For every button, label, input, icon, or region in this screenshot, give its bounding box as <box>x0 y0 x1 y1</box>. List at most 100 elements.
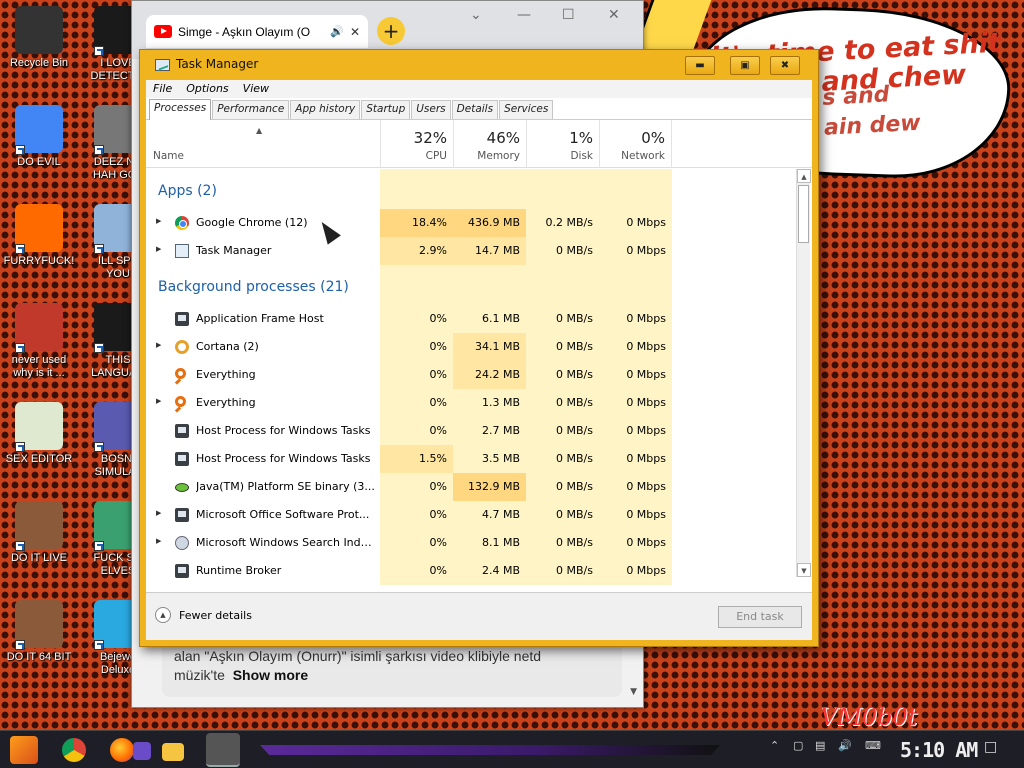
memory-value: 14.7 MB <box>453 237 526 265</box>
process-name: Microsoft Office Software Prot... <box>196 508 370 521</box>
tray-chevron-icon[interactable]: ⌃ <box>770 739 779 752</box>
network-value: 0 Mbps <box>599 445 672 473</box>
menu-view[interactable]: View <box>243 80 269 98</box>
expand-arrow-icon[interactable]: ▶ <box>156 217 161 225</box>
scroll-up-icon[interactable]: ▲ <box>797 169 811 183</box>
group-cell-bg <box>453 265 526 305</box>
watermark-text: VM0b0t <box>820 703 918 731</box>
shortcut-arrow-icon <box>15 244 25 254</box>
close-button[interactable]: ✕ <box>608 7 620 23</box>
process-name: Microsoft Windows Search Inde... <box>196 536 376 549</box>
desktop-icon-left-2[interactable]: FURRYFUCK! <box>1 204 77 268</box>
keyboard-icon[interactable]: ⌨ <box>865 739 881 752</box>
table-row[interactable]: Java(TM) Platform SE binary (3... 0% 132.9… <box>146 473 796 501</box>
taskbar-chrome-icon[interactable] <box>62 738 86 762</box>
desktop-icon-left-0[interactable]: Recycle Bin <box>1 6 77 70</box>
shortcut-arrow-icon <box>15 442 25 452</box>
column-name[interactable]: Name <box>153 150 184 162</box>
network-value: 0 Mbps <box>599 557 672 585</box>
network-icon[interactable]: ▤ <box>815 739 825 752</box>
sort-arrow-icon[interactable]: ▲ <box>256 126 262 135</box>
tray-tablet-icon[interactable]: ▢ <box>793 739 803 752</box>
tab-app-history[interactable]: App history <box>290 100 361 119</box>
group-cell-bg <box>599 169 672 209</box>
expand-arrow-icon[interactable]: ▶ <box>156 509 161 517</box>
taskbar-firefox-icon[interactable] <box>110 738 134 762</box>
task-manager-body: File Options View Processes Performance App … <box>146 80 812 640</box>
browser-tab-youtube[interactable]: Simge - Aşkın Olayım (O 🔊 ✕ <box>146 15 368 48</box>
group-cell-bg <box>380 169 453 209</box>
app-icon <box>175 312 189 326</box>
desktop-icon-label: DO IT LIVE <box>10 552 68 564</box>
tab-performance[interactable]: Performance <box>212 100 290 119</box>
shortcut-arrow-icon <box>15 145 25 155</box>
expand-arrow-icon[interactable]: ▶ <box>156 537 161 545</box>
cpu-value: 0% <box>380 417 453 445</box>
minimize-button[interactable]: — <box>517 7 531 23</box>
close-button[interactable]: ✖ <box>770 56 800 75</box>
table-row[interactable]: ▶ Microsoft Windows Search Inde... 0% 8.1 M… <box>146 529 796 557</box>
maximize-button[interactable]: ☐ <box>562 7 575 23</box>
column-memory[interactable]: 46% Memory <box>453 120 526 168</box>
group-cell-bg <box>526 265 599 305</box>
desktop-icon-left-4[interactable]: SEX EDITOR <box>1 402 77 466</box>
scroll-down-icon[interactable]: ▼ <box>797 563 811 577</box>
table-row[interactable]: ▶ Google Chrome (12) 18.4% 436.9 MB 0.2 MB/s… <box>146 209 796 237</box>
tab-startup[interactable]: Startup <box>361 100 411 119</box>
menu-file[interactable]: File <box>153 80 172 98</box>
cpu-value: 0% <box>380 501 453 529</box>
table-row[interactable]: Runtime Broker 0% 2.4 MB 0 MB/s 0 Mbps <box>146 557 796 585</box>
new-tab-button[interactable]: + <box>377 17 405 45</box>
tab-processes[interactable]: Processes <box>149 99 212 120</box>
taskbar-visual-studio-icon[interactable] <box>133 742 151 760</box>
table-row[interactable]: ▶ Cortana (2) 0% 34.1 MB 0 MB/s 0 Mbps <box>146 333 796 361</box>
tab-details[interactable]: Details <box>451 100 499 119</box>
expand-arrow-icon[interactable]: ▶ <box>156 397 161 405</box>
task-manager-titlebar[interactable]: Task Manager ▬ ▣ ✖ <box>140 50 818 80</box>
audio-playing-icon[interactable]: 🔊 <box>330 25 344 38</box>
desktop-icon-left-5[interactable]: DO IT LIVE <box>1 501 77 565</box>
minimize-button[interactable]: ▬ <box>685 56 715 75</box>
group-header: Background processes (21) <box>146 265 796 305</box>
table-row[interactable]: Application Frame Host 0% 6.1 MB 0 MB/s 0 Mb… <box>146 305 796 333</box>
scroll-thumb[interactable] <box>798 185 809 243</box>
expand-arrow-icon[interactable]: ▶ <box>156 245 161 253</box>
tab-services[interactable]: Services <box>499 100 554 119</box>
video-description: alan "Aşkın Olayım (Onurr)" isimli şarkı… <box>162 641 622 697</box>
table-row[interactable]: ▶ Microsoft Office Software Prot... 0% 4.7 … <box>146 501 796 529</box>
desktop-icon-left-3[interactable]: never used why is it ... <box>1 303 77 380</box>
show-more-link[interactable]: Show more <box>233 667 308 683</box>
task-manager-window[interactable]: Task Manager ▬ ▣ ✖ File Options View Proce… <box>139 49 819 647</box>
column-disk[interactable]: 1% Disk <box>526 120 599 168</box>
network-value: 0 Mbps <box>599 501 672 529</box>
menu-options[interactable]: Options <box>186 80 228 98</box>
cpu-value: 0% <box>380 361 453 389</box>
tab-search-icon[interactable]: ⌄ <box>470 7 482 23</box>
table-row[interactable]: Host Process for Windows Tasks 0% 2.7 MB 0 … <box>146 417 796 445</box>
table-row[interactable]: ▶ Task Manager 2.9% 14.7 MB 0 MB/s 0 Mbps <box>146 237 796 265</box>
vertical-scrollbar[interactable]: ▲ ▼ <box>796 169 811 577</box>
table-row[interactable]: ▶ Everything 0% 1.3 MB 0 MB/s 0 Mbps <box>146 389 796 417</box>
expand-arrow-icon[interactable]: ▶ <box>156 341 161 349</box>
volume-icon[interactable]: 🔊 <box>838 739 852 752</box>
desktop-icon-left-1[interactable]: DO EVIL <box>1 105 77 169</box>
disk-value: 0 MB/s <box>526 305 599 333</box>
table-row[interactable]: Everything 0% 24.2 MB 0 MB/s 0 Mbps <box>146 361 796 389</box>
taskbar-clock[interactable]: 5:10 AM <box>900 738 978 762</box>
start-button[interactable] <box>10 736 38 764</box>
tab-close-icon[interactable]: ✕ <box>350 25 360 39</box>
action-center-icon[interactable]: □ <box>984 739 997 755</box>
fewer-details-button[interactable]: ▲ Fewer details <box>155 607 252 623</box>
column-network[interactable]: 0% Network <box>599 120 672 168</box>
scroll-down-arrow-icon[interactable]: ▼ <box>630 687 637 697</box>
chevron-up-icon: ▲ <box>155 607 171 623</box>
maximize-button[interactable]: ▣ <box>730 56 760 75</box>
table-row[interactable]: Host Process for Windows Tasks 1.5% 3.5 MB… <box>146 445 796 473</box>
end-task-button[interactable]: End task <box>718 606 802 628</box>
cpu-value: 0% <box>380 305 453 333</box>
taskbar-file-explorer-icon[interactable] <box>162 743 184 761</box>
desktop-icon-left-6[interactable]: DO IT 64 BIT <box>1 600 77 664</box>
tab-users[interactable]: Users <box>411 100 451 119</box>
taskbar-task-manager-icon[interactable] <box>206 733 240 767</box>
column-cpu[interactable]: 32% CPU <box>380 120 453 168</box>
